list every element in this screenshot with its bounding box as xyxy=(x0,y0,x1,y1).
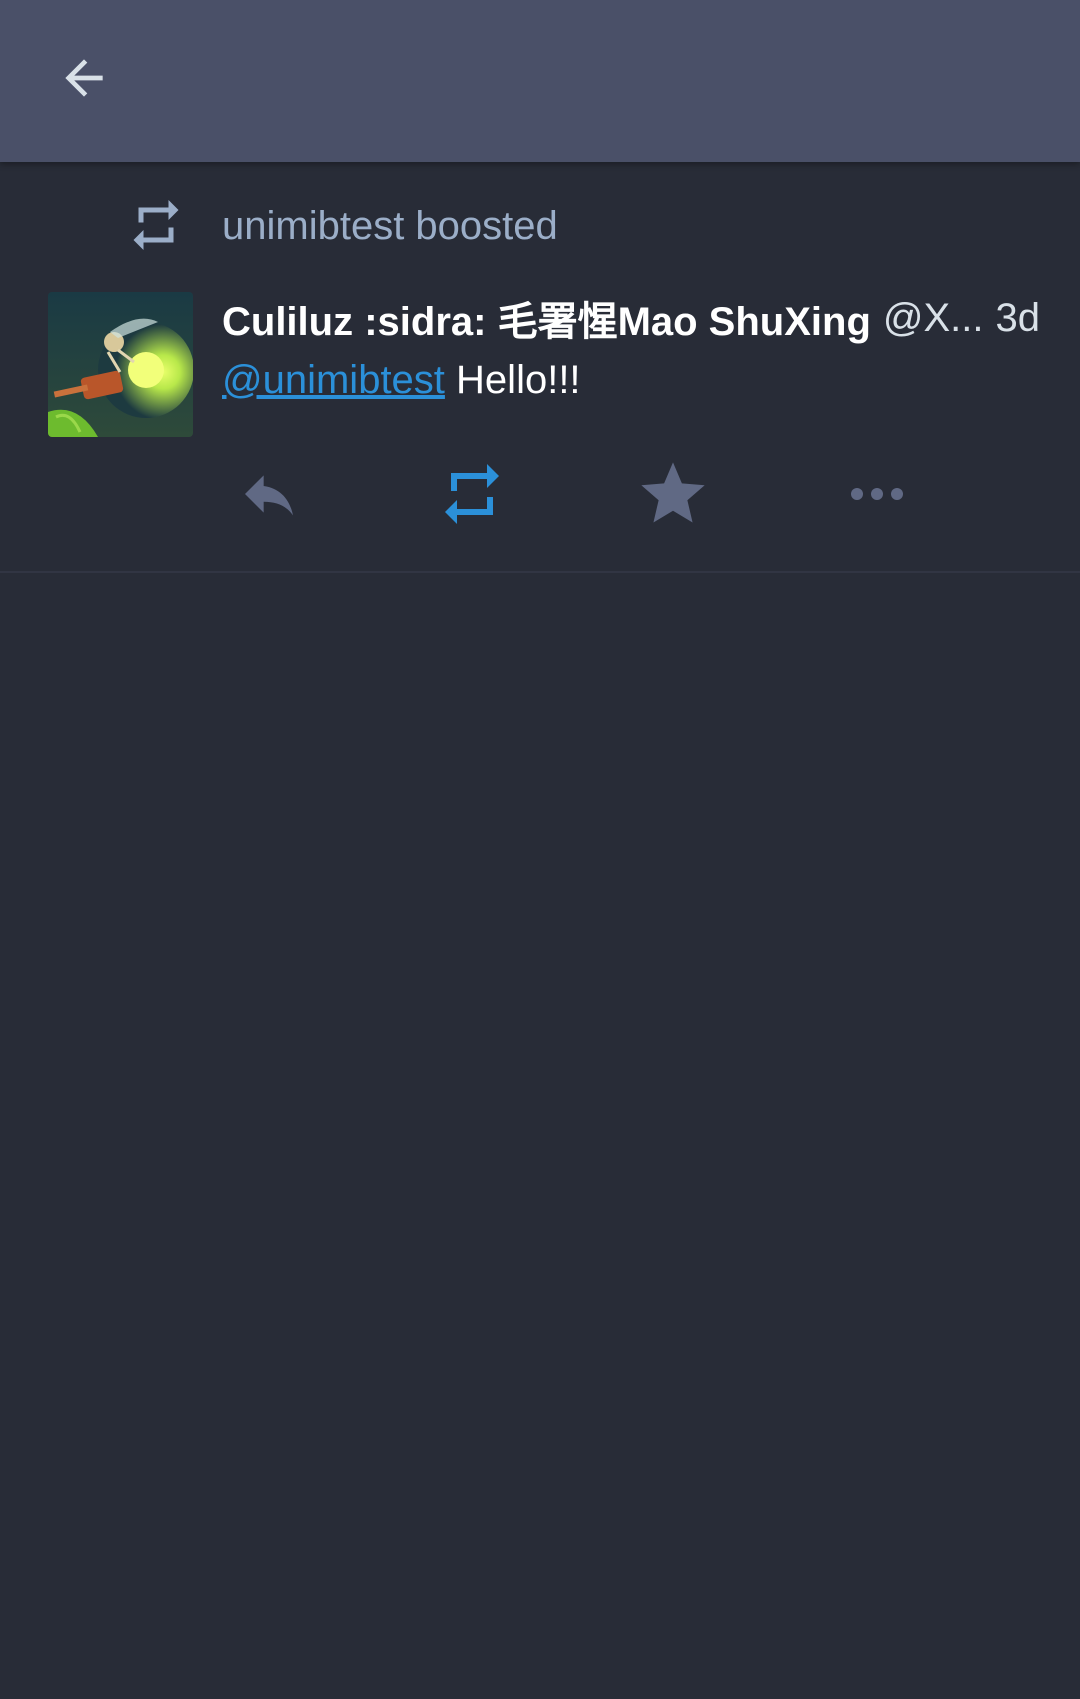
relative-timestamp: 3d xyxy=(995,295,1041,340)
boost-indicator: unimibtest boosted xyxy=(0,192,1080,258)
status-actions xyxy=(0,454,1080,534)
boost-indicator-icon xyxy=(133,200,179,250)
reply-icon xyxy=(245,475,293,516)
favourite-button[interactable] xyxy=(628,454,718,534)
app-toolbar xyxy=(0,0,1080,162)
account-handle[interactable]: @X... xyxy=(883,296,984,341)
status-content: @unimibtest Hello!!! xyxy=(222,358,581,403)
back-button[interactable] xyxy=(46,40,122,116)
arrow-left-icon xyxy=(65,59,103,97)
mention-link[interactable]: @unimibtest xyxy=(222,358,445,402)
avatar-image xyxy=(48,292,193,437)
more-button[interactable] xyxy=(832,454,922,534)
status-text: Hello!!! xyxy=(456,358,581,402)
status-item[interactable]: unimibtest boosted Culiluz:sidra: 毛署惺Ma… xyxy=(0,162,1080,573)
boost-label: unimibtest boosted xyxy=(222,204,558,248)
reply-button[interactable] xyxy=(224,454,314,534)
status-header[interactable]: Culiluz :sidra: 毛署惺Mao ShuXing @X... 3d xyxy=(222,288,1042,348)
boost-button[interactable] xyxy=(427,454,517,534)
more-icon xyxy=(851,488,903,500)
display-name[interactable]: Culiluz :sidra: 毛署惺Mao ShuXing xyxy=(222,289,871,347)
avatar[interactable] xyxy=(48,292,193,437)
boost-icon xyxy=(445,464,499,524)
star-icon xyxy=(641,462,705,523)
